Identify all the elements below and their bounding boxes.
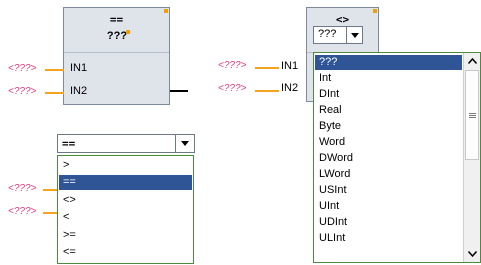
list-item[interactable]: Byte bbox=[315, 119, 462, 134]
list-item[interactable]: LWord bbox=[315, 167, 462, 182]
pin-in2: IN2 bbox=[281, 82, 299, 94]
chevron-up-icon bbox=[467, 58, 477, 64]
list-item[interactable]: Real bbox=[315, 103, 462, 118]
datatype-combo-value: ??? bbox=[318, 28, 337, 40]
operator-label: == bbox=[109, 13, 124, 26]
param-in2[interactable]: <???> bbox=[218, 83, 246, 94]
chevron-down-icon[interactable] bbox=[175, 135, 194, 152]
list-item[interactable]: UInt bbox=[315, 199, 462, 214]
wire-in1 bbox=[43, 189, 57, 191]
datatype-combo[interactable]: ??? bbox=[313, 26, 363, 44]
list-item[interactable]: == bbox=[59, 175, 192, 190]
param-in1[interactable]: <???> bbox=[218, 60, 246, 71]
datatype-dropdown-list[interactable]: ??? Int DInt Real Byte Word DWord LWord … bbox=[313, 52, 481, 263]
scroll-up-button[interactable] bbox=[464, 53, 480, 69]
pin-in1: IN1 bbox=[281, 60, 299, 72]
list-item[interactable]: <= bbox=[59, 245, 192, 260]
list-item[interactable]: USInt bbox=[315, 183, 462, 198]
scroll-thumb[interactable] bbox=[465, 70, 479, 160]
operator-combo-value: == bbox=[62, 137, 76, 150]
param-in1[interactable]: <???> bbox=[8, 63, 36, 74]
list-item[interactable]: >= bbox=[59, 228, 192, 243]
wire-in1 bbox=[255, 67, 279, 69]
param-in1[interactable]: <???> bbox=[8, 183, 36, 194]
pin-in1: IN1 bbox=[70, 62, 88, 74]
operator-dropdown-list[interactable]: > == <> < >= <= bbox=[57, 155, 194, 264]
output-wire bbox=[170, 90, 188, 92]
wire-in2 bbox=[43, 212, 57, 214]
list-item[interactable]: <> bbox=[59, 193, 192, 208]
block-marker bbox=[164, 9, 168, 13]
datatype-marker bbox=[126, 30, 130, 34]
operator-combo[interactable]: == bbox=[57, 134, 195, 153]
chevron-down-icon[interactable] bbox=[346, 27, 362, 43]
list-item[interactable]: DInt bbox=[315, 87, 462, 102]
wire-in1 bbox=[45, 69, 64, 71]
list-item[interactable]: ULInt bbox=[315, 231, 462, 246]
chevron-down-icon bbox=[467, 251, 477, 257]
vertical-scrollbar[interactable] bbox=[463, 53, 480, 262]
param-in2[interactable]: <???> bbox=[8, 206, 36, 217]
param-in2[interactable]: <???> bbox=[8, 86, 36, 97]
wire-in2 bbox=[45, 92, 64, 94]
pin-in2: IN2 bbox=[70, 85, 88, 97]
grip-icon bbox=[468, 112, 476, 118]
operator-label: <> bbox=[335, 13, 350, 26]
wire-in2 bbox=[255, 90, 279, 92]
scroll-down-button[interactable] bbox=[464, 246, 480, 262]
list-item[interactable]: DWord bbox=[315, 151, 462, 166]
list-item[interactable]: < bbox=[59, 210, 192, 225]
block-marker bbox=[373, 9, 377, 13]
list-item[interactable]: Word bbox=[315, 135, 462, 150]
list-item[interactable]: UDInt bbox=[315, 215, 462, 230]
block-header: == ??? bbox=[64, 8, 169, 53]
list-item[interactable]: ??? bbox=[315, 55, 462, 70]
list-item[interactable]: > bbox=[59, 158, 192, 173]
list-item[interactable]: Int bbox=[315, 71, 462, 86]
